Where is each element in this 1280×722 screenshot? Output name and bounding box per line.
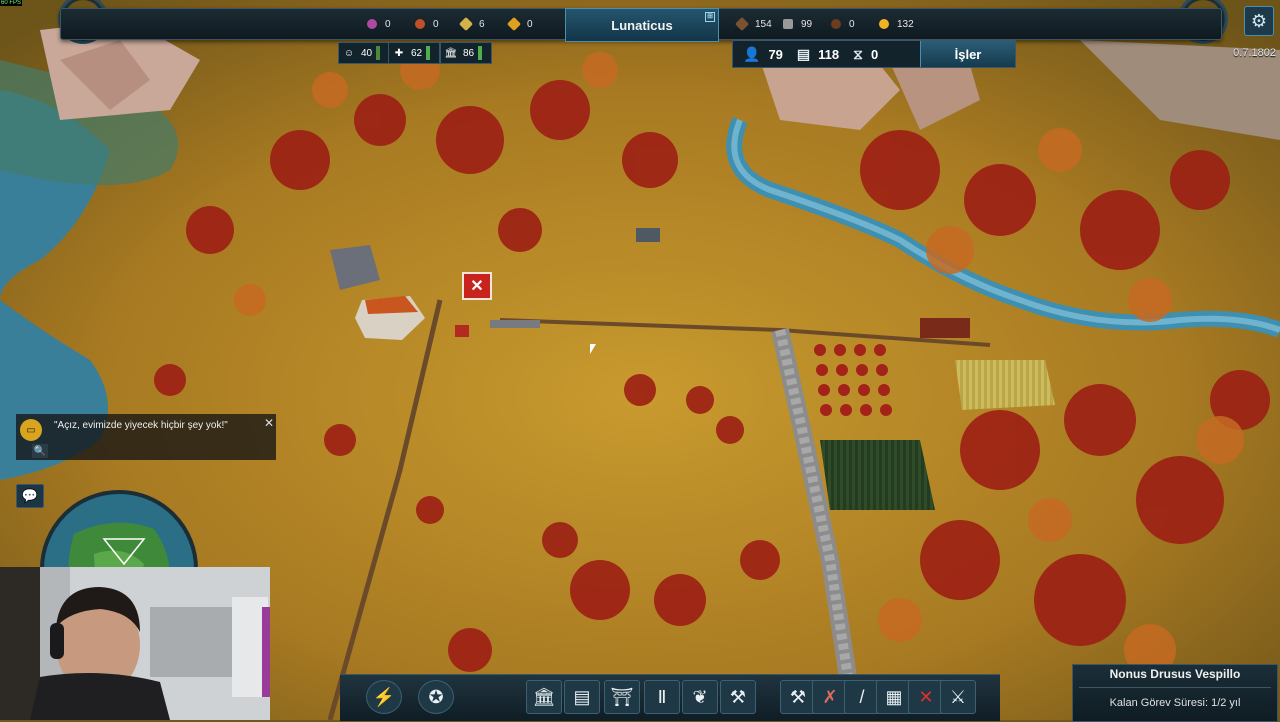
webcam-overlay <box>0 567 270 720</box>
resource-bar: 0 0 6 0 Lunaticus ⊞ 154 99 0 132 <box>60 8 1222 42</box>
stat-value: 86 <box>463 47 475 59</box>
housing-button[interactable]: ▤ <box>564 680 600 714</box>
housing-icon: ▤ <box>796 45 811 62</box>
city-name-button[interactable]: Lunaticus ⊞ <box>565 8 719 42</box>
resource-value: 0 <box>527 18 533 30</box>
wood-icon <box>734 16 750 32</box>
unemployed-icon: ⧖ <box>853 45 863 62</box>
webcam-image <box>0 567 270 720</box>
storage-button[interactable]: ▦ <box>876 680 912 714</box>
sword-button[interactable]: ⚔ <box>940 680 976 714</box>
population-unemployed[interactable]: ⧖ 0 <box>853 46 878 63</box>
resource-value: 0 <box>849 18 855 30</box>
settings-gear-icon[interactable]: ⚙ <box>1244 6 1274 36</box>
industry-button[interactable]: ⚒ <box>720 680 756 714</box>
health-meter <box>426 46 431 60</box>
governor-name: Nonus Drusus Vespillo <box>1109 667 1241 681</box>
citizen-icon: 👤 <box>743 45 761 62</box>
stat-value: 40 <box>361 47 373 59</box>
resource-leather[interactable]: 0 <box>831 9 855 39</box>
stone-icon <box>783 19 793 29</box>
farming-button[interactable]: ❦ <box>682 680 718 714</box>
tools-button[interactable]: ⚒ <box>780 680 816 714</box>
happiness-icon: ☺ <box>343 47 355 59</box>
leather-icon <box>831 19 841 29</box>
sword-icon: ⚔ <box>949 686 967 707</box>
culture-meter <box>478 46 483 60</box>
resource-tools[interactable]: 6 <box>458 9 485 39</box>
temple-icon: ⛩ <box>610 686 634 707</box>
tools-icon: ⚒ <box>789 686 807 707</box>
monument-button[interactable]: Ⅱ <box>644 680 680 714</box>
stat-value: 62 <box>411 47 423 59</box>
resource-meat[interactable]: 0 <box>415 9 439 39</box>
remaining-term: Kalan Görev Süresi: 1/2 yıl <box>1109 697 1241 709</box>
population-bar: 👤 79 ▤ 118 ⧖ 0 İşler <box>732 40 1016 68</box>
meat-icon <box>415 19 425 29</box>
city-name: Lunaticus <box>611 17 673 33</box>
search-icon[interactable]: 🔍 <box>32 444 48 458</box>
resource-ingots[interactable]: 0 <box>506 9 533 39</box>
expand-icon[interactable]: ⊞ <box>705 12 715 22</box>
resource-value: 0 <box>385 18 391 30</box>
stat-culture[interactable]: 🏛 86 <box>440 42 492 64</box>
mouse-cursor-icon <box>590 344 596 354</box>
divider <box>1079 687 1271 688</box>
resource-value: 132 <box>897 18 914 30</box>
resource-grapes[interactable]: 0 <box>367 9 391 39</box>
governor-panel[interactable]: Nonus Drusus Vespillo Kalan Görev Süresi… <box>1072 664 1278 722</box>
storage-icon: ▦ <box>885 686 903 707</box>
favor-icon: ✪ <box>428 686 444 707</box>
farming-icon: ❦ <box>692 686 708 707</box>
tool-icon <box>458 16 474 32</box>
stat-happiness[interactable]: ☺ 40 <box>338 42 390 64</box>
notification-panel: ▭ "Açız, evimizde yiyecek hiçbir şey yok… <box>16 414 276 460</box>
resource-value: 99 <box>801 18 813 30</box>
housing-value: 118 <box>818 46 840 62</box>
government-button[interactable]: 🏛 <box>526 680 562 714</box>
favor-button[interactable]: ✪ <box>418 680 454 714</box>
population-value: 79 <box>768 46 783 62</box>
government-icon: 🏛 <box>532 686 556 707</box>
population-housing[interactable]: ▤ 118 <box>797 46 839 63</box>
chat-icon[interactable]: 💬 <box>16 484 44 508</box>
resource-wood[interactable]: 154 <box>734 9 772 39</box>
cancel-icon: ✕ <box>918 686 934 707</box>
monument-icon: Ⅱ <box>657 686 667 707</box>
resource-value: 6 <box>479 18 485 30</box>
resource-value: 0 <box>433 18 439 30</box>
close-icon[interactable]: ✕ <box>264 416 274 430</box>
game-version: 0.7.1802 <box>1233 47 1276 59</box>
road-button[interactable]: / <box>844 680 880 714</box>
unemployed-value: 0 <box>870 46 879 62</box>
resource-coins[interactable]: 132 <box>879 9 914 39</box>
industry-icon: ⚒ <box>729 686 747 707</box>
warning-marker-icon[interactable]: ✕ <box>462 272 492 300</box>
housing-icon: ▤ <box>573 686 591 707</box>
demolish-road-button[interactable]: ✗ <box>812 680 848 714</box>
notification-message: "Açız, evimizde yiyecek hiçbir şey yok!" <box>54 420 228 431</box>
jobs-button[interactable]: İşler <box>920 41 1015 67</box>
resource-stone[interactable]: 99 <box>783 9 812 39</box>
coin-icon <box>879 19 889 29</box>
health-icon: ✚ <box>394 47 404 59</box>
temple-button[interactable]: ⛩ <box>604 680 640 714</box>
resource-value: 154 <box>755 18 772 30</box>
population-citizens[interactable]: 👤 79 <box>743 46 783 63</box>
grapes-icon <box>367 19 377 29</box>
quick-build-button[interactable]: ⚡ <box>366 680 402 714</box>
demolish-road-icon: ✗ <box>822 686 838 707</box>
road-icon: / <box>859 686 865 707</box>
fps-counter: 60 FPS <box>0 0 23 6</box>
speech-bubble-icon[interactable]: ▭ <box>20 419 42 441</box>
ingot-icon <box>506 16 522 32</box>
cancel-button[interactable]: ✕ <box>908 680 944 714</box>
culture-icon: 🏛 <box>444 47 458 59</box>
stat-health[interactable]: ✚ 62 <box>388 42 440 64</box>
quick-build-icon: ⚡ <box>372 686 396 707</box>
happiness-meter <box>376 46 381 60</box>
